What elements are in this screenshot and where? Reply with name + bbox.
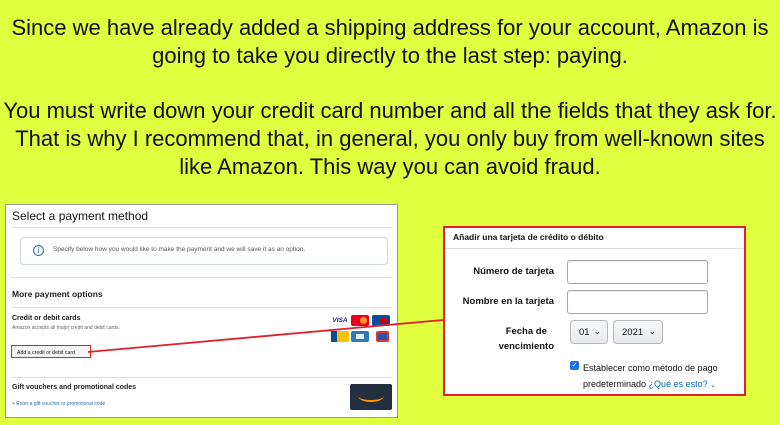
expiry-month-select[interactable]: 01 ⌄ [570, 320, 608, 344]
expiry-year-select[interactable]: 2021 ⌄ [613, 320, 663, 344]
expiry-label-line1: Fecha de [505, 326, 547, 337]
expiry-year-value: 2021 [622, 327, 644, 338]
what-is-this-link[interactable]: ¿Qué es esto? ⌄ [649, 379, 716, 389]
default-payment-line1: Establecer como método de pago [583, 363, 718, 373]
add-card-form: Añadir una tarjeta de crédito o débito N… [443, 226, 746, 396]
expiry-month-value: 01 [579, 327, 590, 338]
expiry-label: Fecha de vencimiento [499, 324, 554, 354]
card-number-label: Número de tarjeta [473, 266, 554, 277]
card-name-label: Nombre en la tarjeta [462, 296, 554, 307]
card-name-input[interactable] [567, 290, 708, 314]
chevron-down-icon: ⌄ [593, 326, 601, 336]
card-number-input[interactable] [567, 260, 708, 284]
default-payment-line2: predeterminado [583, 379, 647, 389]
expiry-label-line2: vencimiento [498, 341, 554, 352]
default-payment-checkbox[interactable]: ✓ [570, 361, 579, 370]
chevron-down-icon: ⌄ [710, 382, 716, 389]
add-card-form-title: Añadir una tarjeta de crédito o débito [453, 232, 604, 242]
default-payment-label: Establecer como método de pago predeterm… [583, 360, 718, 394]
divider [445, 248, 744, 249]
chevron-down-icon: ⌄ [648, 326, 656, 336]
connector-line-path [87, 319, 444, 353]
